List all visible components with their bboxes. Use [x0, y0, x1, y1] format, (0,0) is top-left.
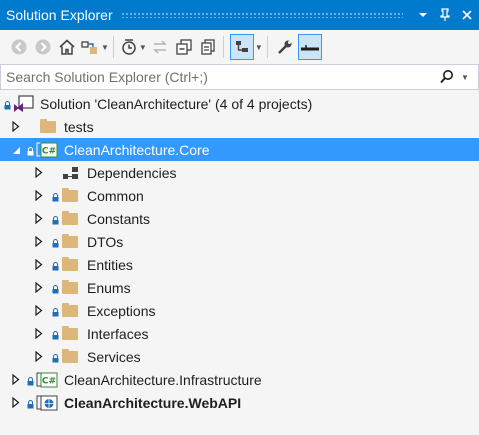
web-project-icon: [36, 395, 58, 411]
tree-item-label: Enums: [87, 279, 131, 296]
tree-item-label: tests: [64, 118, 94, 135]
window-title: Solution Explorer: [6, 7, 113, 23]
lock-icon: [27, 147, 34, 156]
preview-selected-icon[interactable]: [229, 34, 254, 60]
tree-item-dtos[interactable]: DTOs: [0, 230, 479, 253]
solution-tree: Solution 'CleanArchitecture' (4 of 4 pro…: [0, 92, 479, 414]
expand-arrow-icon[interactable]: [34, 351, 44, 363]
folder-icon: [62, 348, 78, 363]
preview-dropdown-icon[interactable]: ▼: [255, 43, 263, 52]
tree-item-services[interactable]: Services: [0, 345, 479, 368]
lock-icon: [52, 216, 59, 225]
folder-icon: [62, 325, 78, 340]
collapse-arrow-icon[interactable]: [11, 144, 21, 156]
folder-icon: [40, 118, 56, 133]
tree-item-entities[interactable]: Entities: [0, 253, 479, 276]
lock-icon: [52, 262, 59, 271]
lock-icon: [52, 331, 59, 340]
tree-item-label: Services: [87, 348, 141, 365]
tree-item-label: Constants: [87, 210, 151, 227]
toolbar: ▼ ▼ ▼: [0, 30, 479, 64]
tree-item-label: Common: [87, 187, 144, 204]
tree-item-solution[interactable]: Solution 'CleanArchitecture' (4 of 4 pro…: [0, 92, 479, 115]
folder-icon: [62, 256, 78, 271]
solution-explorer-panel: Solution Explorer ▼ ▼ ▼ Search Solution …: [0, 0, 479, 435]
lock-icon: [4, 101, 11, 110]
tree-item-dependencies[interactable]: Dependencies: [0, 161, 479, 184]
lock-icon: [52, 354, 59, 363]
tree-item-label: Entities: [87, 256, 133, 273]
visual-studio-solution-icon: [13, 94, 35, 113]
pin-active-icon[interactable]: [297, 34, 322, 60]
toolbar-separator: [112, 36, 114, 58]
expand-arrow-icon[interactable]: [11, 121, 21, 133]
lock-icon: [52, 285, 59, 294]
tree-item-interfaces[interactable]: Interfaces: [0, 322, 479, 345]
svg-text:C#: C#: [42, 376, 56, 386]
pending-changes-filter-icon[interactable]: ▼: [120, 35, 147, 59]
lock-icon: [27, 377, 34, 386]
tree-item-infrastructure-project[interactable]: C# CleanArchitecture.Infrastructure: [0, 368, 479, 391]
show-all-files-icon[interactable]: [197, 35, 219, 59]
lock-icon: [27, 400, 34, 409]
search-input[interactable]: [1, 67, 438, 87]
tree-item-enums[interactable]: Enums: [0, 276, 479, 299]
tree-item-tests[interactable]: tests: [0, 115, 479, 138]
search-box[interactable]: ▼: [0, 64, 479, 90]
csharp-project-icon: C#: [36, 372, 58, 388]
tree-item-label: CleanArchitecture.Core: [64, 141, 210, 158]
switch-views-icon[interactable]: ▼: [80, 35, 109, 59]
lock-icon: [52, 193, 59, 202]
search-icon[interactable]: ▼: [438, 69, 478, 85]
sync-icon[interactable]: [149, 35, 171, 59]
tree-item-common[interactable]: Common: [0, 184, 479, 207]
csharp-project-icon: C#: [36, 142, 58, 158]
lock-icon: [52, 239, 59, 248]
tree-item-label: CleanArchitecture.WebAPI: [64, 394, 242, 411]
expand-arrow-icon[interactable]: [11, 397, 21, 409]
title-grip[interactable]: [120, 12, 403, 18]
home-icon[interactable]: [56, 35, 78, 59]
properties-icon[interactable]: [274, 35, 296, 59]
auto-hide-pin-icon[interactable]: [435, 4, 455, 26]
svg-text:C#: C#: [42, 146, 56, 156]
expand-arrow-icon[interactable]: [34, 259, 44, 271]
expand-arrow-icon[interactable]: [34, 167, 44, 179]
tree-item-label: DTOs: [87, 233, 124, 250]
expand-arrow-icon[interactable]: [11, 374, 21, 386]
dependencies-icon: [62, 166, 80, 180]
expand-arrow-icon[interactable]: [34, 236, 44, 248]
tree-item-label: Interfaces: [87, 325, 149, 342]
toolbar-separator: [266, 36, 268, 58]
tree-item-constants[interactable]: Constants: [0, 207, 479, 230]
tree-item-exceptions[interactable]: Exceptions: [0, 299, 479, 322]
forward-icon[interactable]: [32, 35, 54, 59]
tree-item-core-project[interactable]: C# CleanArchitecture.Core: [0, 138, 479, 161]
toolbar-separator: [222, 36, 224, 58]
tree-item-label: CleanArchitecture.Infrastructure: [64, 371, 262, 388]
close-icon[interactable]: [457, 4, 477, 26]
folder-icon: [62, 279, 78, 294]
expand-arrow-icon[interactable]: [34, 213, 44, 225]
tree-item-webapi-project[interactable]: CleanArchitecture.WebAPI: [0, 391, 479, 414]
expand-arrow-icon[interactable]: [34, 305, 44, 317]
title-bar[interactable]: Solution Explorer: [0, 0, 479, 30]
back-icon[interactable]: [8, 35, 30, 59]
folder-icon: [62, 187, 78, 202]
folder-icon: [62, 302, 78, 317]
collapse-all-icon[interactable]: [173, 35, 195, 59]
tree-item-label: Dependencies: [87, 164, 177, 181]
expand-arrow-icon[interactable]: [34, 190, 44, 202]
folder-icon: [62, 210, 78, 225]
folder-icon: [62, 233, 78, 248]
lock-icon: [52, 308, 59, 317]
tree-item-label: Exceptions: [87, 302, 156, 319]
solution-label: Solution 'CleanArchitecture' (4 of 4 pro…: [40, 95, 313, 112]
expand-arrow-icon[interactable]: [34, 328, 44, 340]
window-position-dropdown-icon[interactable]: [413, 4, 433, 26]
expand-arrow-icon[interactable]: [34, 282, 44, 294]
